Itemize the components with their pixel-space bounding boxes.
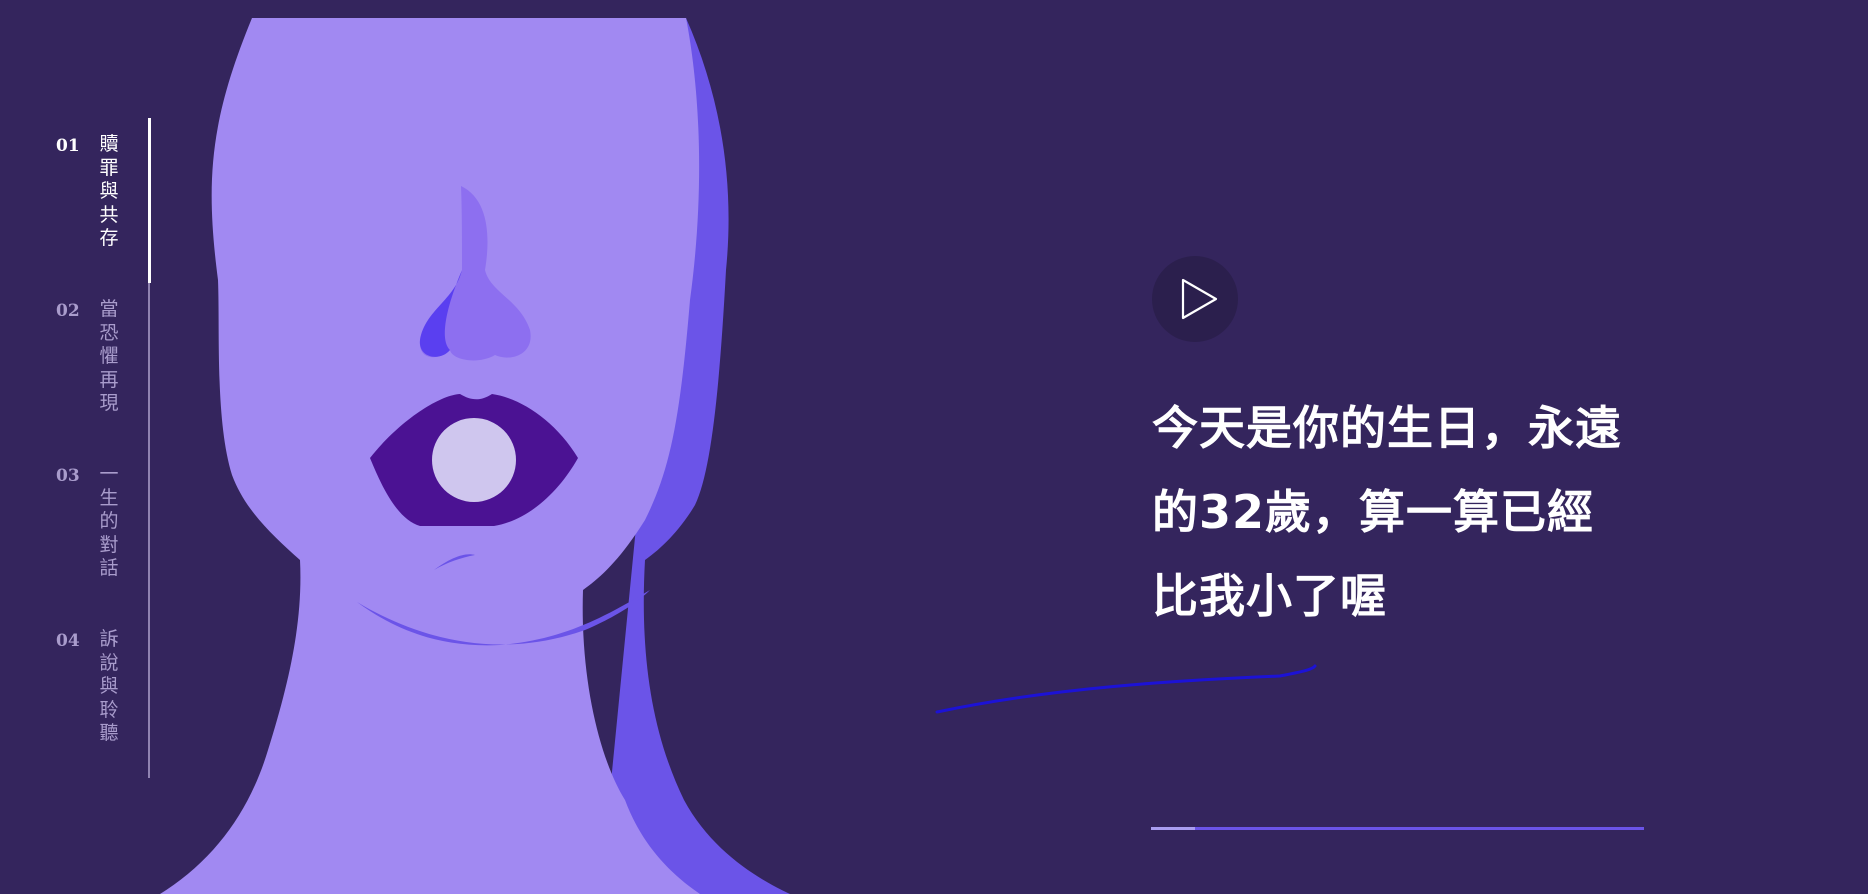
chapter-nav: 01 贖罪與共存 02 當恐懼再現 03 一生的對話 04 訴說與聆聽 [56, 118, 176, 778]
chapter-link-04[interactable]: 04 訴說與聆聽 [56, 613, 136, 773]
chapter-title: 訴說與聆聽 [99, 628, 119, 744]
chapter-number: 04 [56, 631, 80, 651]
chapter-title: 贖罪與共存 [99, 133, 119, 249]
chapter-title: 當恐懼再現 [99, 298, 119, 414]
chapter-link-02[interactable]: 02 當恐懼再現 [56, 283, 136, 443]
chapter-number: 01 [56, 136, 80, 156]
chapter-number: 03 [56, 466, 80, 486]
progress-fill [1151, 827, 1196, 830]
chapter-nav-active-indicator [148, 118, 151, 283]
chapter-link-03[interactable]: 03 一生的對話 [56, 448, 136, 608]
pen-stroke [935, 664, 1317, 714]
quote-text: 今天是你的生日，永遠的32歲，算一算已經比我小了喔 [1152, 401, 1622, 623]
chapter-title: 一生的對話 [99, 463, 119, 579]
chapter-number: 02 [56, 301, 80, 321]
play-button[interactable] [1152, 256, 1238, 342]
chapter-link-01[interactable]: 01 贖罪與共存 [56, 118, 136, 278]
pupil [432, 418, 516, 502]
page-stage: 01 贖罪與共存 02 當恐懼再現 03 一生的對話 04 訴說與聆聽 今天是你… [0, 0, 1868, 894]
progress-bar[interactable] [1151, 827, 1644, 830]
play-icon [1181, 278, 1218, 320]
